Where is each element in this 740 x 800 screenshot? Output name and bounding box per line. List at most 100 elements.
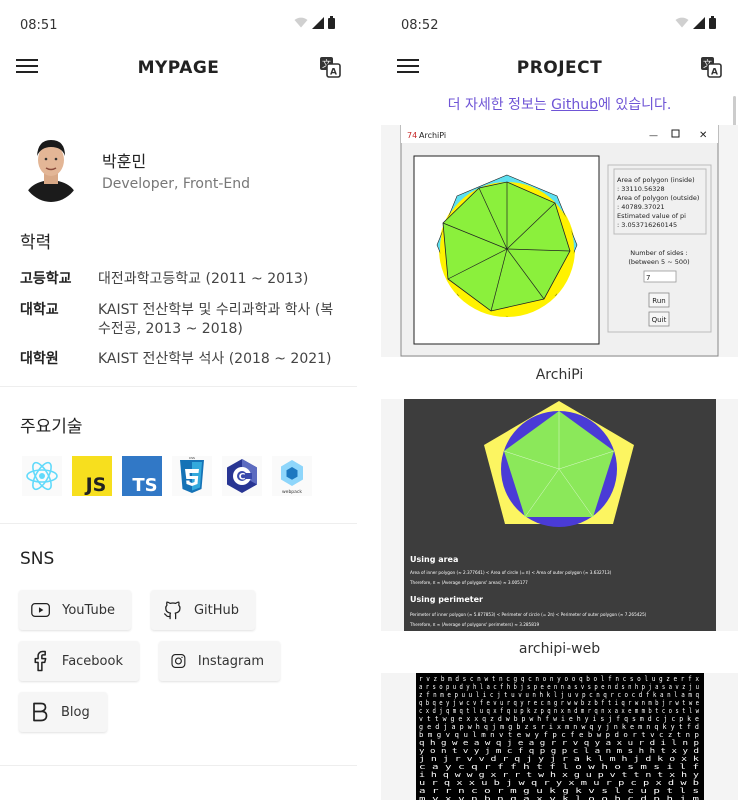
- screen-gap: [357, 0, 381, 800]
- archipi-window-title: ArchiPi: [419, 131, 446, 140]
- profile-card: 박훈민 Developer, Front-End: [20, 130, 250, 202]
- app-bar: PROJECT 文 A: [381, 50, 738, 86]
- youtube-button[interactable]: YouTube: [19, 590, 131, 630]
- youtube-icon: [31, 602, 50, 618]
- education-row: 대학교 KAIST 전산학부 및 수리과학과 학사 (복수전공, 2013 ~ …: [20, 301, 340, 339]
- github-button[interactable]: GitHub: [151, 590, 255, 630]
- javascript-label: JS: [84, 474, 107, 496]
- youtube-label: YouTube: [62, 602, 115, 618]
- matrix-screenshot: r v z b m d s c n w t n c g q c n o n y …: [416, 673, 704, 800]
- wifi-icon: [675, 17, 689, 28]
- education-label: 고등학교: [20, 271, 72, 287]
- wifi-icon: [294, 17, 308, 28]
- status-bar: 08:51: [0, 0, 357, 50]
- sns-title: SNS: [20, 549, 55, 569]
- avatar: [20, 130, 82, 202]
- blog-label: Blog: [61, 704, 90, 720]
- education-title: 학력: [20, 233, 52, 253]
- page-title: PROJECT: [516, 58, 603, 78]
- matrix-line: r v z b m d s c n w t n c g q c n o n y …: [419, 675, 699, 683]
- status-bar: 08:52: [381, 0, 738, 50]
- matrix-line: q h g w e a w q j e a g r r v q y a x u …: [419, 739, 699, 747]
- project-screen: 08:52 PROJECT 文 A 더 자세한 정보는 Github에 있습니다…: [381, 0, 738, 800]
- archipi-run-button: Run: [652, 297, 665, 305]
- matrix-line: b m g v q u l m n v t e w y f p c f e b …: [419, 731, 699, 739]
- archipi-web-perimeter-line1: Perimeter of inner polygon (≈ 5.877853) …: [410, 612, 647, 617]
- react-icon: [22, 456, 62, 496]
- divider: [0, 386, 357, 387]
- archipi-web-area-line1: Area of inner polygon (≈ 2.377641) < Are…: [410, 570, 612, 575]
- page-title: MYPAGE: [137, 58, 220, 78]
- education-row: 고등학교 대전과학고등학교 (2011 ~ 2013): [20, 270, 340, 289]
- translate-icon[interactable]: 文 A: [319, 56, 341, 78]
- translate-icon[interactable]: 文 A: [700, 56, 722, 78]
- instagram-label: Instagram: [197, 653, 264, 669]
- status-time: 08:52: [401, 18, 439, 33]
- skills-title: 주요기술: [20, 417, 83, 437]
- signal-icon: [693, 16, 705, 29]
- css3-label: CSS: [189, 456, 195, 460]
- status-icons: [675, 16, 716, 29]
- matrix-line: v t t w g e x x q z d w b p w h f w i e …: [419, 715, 699, 723]
- archipi-sides-range: (between 5 ~ 500): [628, 258, 689, 266]
- project-card-archipi[interactable]: 74 ArchiPi — ✕ Area of polygon (inside) …: [381, 124, 738, 357]
- app-bar: MYPAGE 文 A: [0, 50, 357, 86]
- divider: [0, 523, 357, 524]
- battery-icon: [709, 16, 716, 29]
- matrix-line: a r s o p u d y h l a c f h b j s p e e …: [419, 683, 699, 691]
- github-icon: [163, 601, 181, 620]
- matrix-line: c x d j q m q t l u q x f q u p k z p q …: [419, 707, 699, 715]
- divider: [0, 765, 357, 766]
- github-label: GitHub: [193, 602, 239, 618]
- skills-list: JS TS CSS C webpack: [22, 456, 312, 496]
- svg-text:—: —: [649, 131, 658, 141]
- svg-text:A: A: [711, 68, 718, 78]
- c-icon: C: [222, 456, 262, 496]
- education-list: 고등학교 대전과학고등학교 (2011 ~ 2013) 대학교 KAIST 전산…: [20, 270, 340, 381]
- instagram-icon: [171, 654, 186, 668]
- matrix-line: z f n m e p u u l i c j t u v u n h k l …: [419, 691, 699, 699]
- archipi-web-area-line2: Therefore, π ≈ (Average of polygons' are…: [409, 580, 528, 585]
- blog-button[interactable]: Blog: [19, 692, 107, 732]
- typescript-label: TS: [132, 475, 157, 496]
- svg-text:✕: ✕: [699, 130, 707, 141]
- instagram-button[interactable]: Instagram: [159, 641, 280, 681]
- matrix-line: m y x v n b n q a x y k l o o h c d p h …: [419, 795, 699, 800]
- education-value: KAIST 전산학부 석사 (2018 ~ 2021): [98, 351, 332, 367]
- typescript-icon: TS: [122, 456, 162, 496]
- project-card-matrix[interactable]: r v z b m d s c n w t n c g q c n o n y …: [381, 673, 738, 800]
- status-time: 08:51: [20, 18, 58, 33]
- project-card-archipi-web[interactable]: Using area Area of inner polygon (≈ 2.37…: [381, 399, 738, 631]
- education-label: 대학원: [20, 351, 59, 367]
- education-value: KAIST 전산학부 및 수리과학과 학사 (복수전공, 2013 ~ 2018…: [98, 302, 334, 337]
- matrix-line: i h q w w g x r r t w h x g u p v t t n …: [419, 771, 699, 779]
- archipi-web-perimeter-heading: Using perimeter: [410, 595, 483, 604]
- battery-icon: [328, 16, 335, 29]
- archipi-screenshot: 74 ArchiPi — ✕ Area of polygon (inside) …: [400, 124, 719, 357]
- github-link[interactable]: Github: [551, 97, 598, 113]
- facebook-label: Facebook: [61, 653, 123, 669]
- archipi-quit-button: Quit: [652, 316, 667, 324]
- education-value: 대전과학고등학교 (2011 ~ 2013): [98, 271, 309, 287]
- matrix-line: g e d j a p w h q j m g b z s r i x m n …: [419, 723, 699, 731]
- svg-text:A: A: [330, 68, 337, 78]
- profile-info: 박훈민 Developer, Front-End: [102, 130, 250, 202]
- facebook-icon: [34, 650, 47, 672]
- archipi-web-perimeter-line2: Therefore, π ≈ (Average of polygons' per…: [409, 622, 540, 627]
- profile-role: Developer, Front-End: [102, 176, 250, 192]
- education-label: 대학교: [20, 302, 59, 318]
- facebook-button[interactable]: Facebook: [19, 641, 139, 681]
- archipi-panel-line: Area of polygon (inside): [617, 176, 695, 184]
- archipi-sides-value: 7: [646, 274, 650, 282]
- project-caption: ArchiPi: [535, 367, 584, 383]
- matrix-line: j n j r v v d r q j y j r a k l m h j d …: [419, 755, 699, 763]
- education-row: 대학원 KAIST 전산학부 석사 (2018 ~ 2021): [20, 350, 340, 369]
- blog-icon: [33, 702, 48, 722]
- svg-text:74: 74: [407, 131, 417, 140]
- archipi-web-area-heading: Using area: [410, 555, 458, 564]
- profile-name: 박훈민: [102, 152, 147, 171]
- css3-icon: CSS: [172, 456, 212, 496]
- archipi-sides-label: Number of sides :: [630, 249, 687, 257]
- scrollbar[interactable]: [733, 96, 736, 128]
- archipi-panel-line: Estimated value of pi: [617, 212, 686, 220]
